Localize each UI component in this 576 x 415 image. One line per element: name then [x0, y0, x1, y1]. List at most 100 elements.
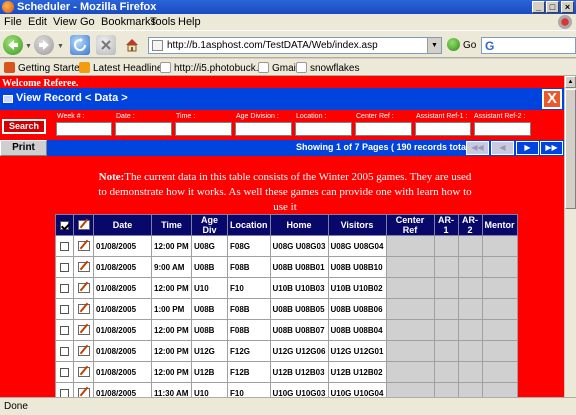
cell-mentor[interactable] — [481, 361, 518, 383]
cell-ar2[interactable] — [457, 235, 483, 257]
menu-bookmarks[interactable]: Bookmarks — [101, 16, 156, 28]
col-time[interactable]: Time — [151, 214, 192, 236]
cell-center-ref[interactable] — [385, 319, 435, 341]
next-page-button[interactable]: ▶ — [516, 141, 539, 155]
maximize-button[interactable]: □ — [546, 1, 559, 13]
back-button[interactable] — [3, 35, 23, 55]
bookmark-latest-headlines[interactable]: Latest Headlines — [79, 62, 168, 74]
filter-center-ref-input[interactable] — [355, 122, 412, 136]
row-checkbox[interactable] — [60, 241, 69, 251]
previous-page-button[interactable]: ◀ — [491, 141, 514, 155]
menu-tools[interactable]: Tools — [150, 16, 176, 28]
row-edit-cell[interactable] — [73, 277, 94, 299]
row-edit-cell[interactable] — [73, 298, 94, 320]
cell-ar1[interactable] — [433, 298, 459, 320]
cell-ar1[interactable] — [433, 382, 459, 397]
menu-edit[interactable]: Edit — [28, 16, 47, 28]
search-button[interactable]: Search — [2, 119, 46, 134]
cell-mentor[interactable] — [481, 382, 518, 397]
cell-ar1[interactable] — [433, 340, 459, 362]
edit-icon[interactable] — [77, 241, 90, 251]
cell-mentor[interactable] — [481, 277, 518, 299]
bookmark-gmail[interactable]: Gmail — [258, 62, 298, 74]
row-checkbox-cell[interactable] — [55, 235, 74, 257]
row-checkbox-cell[interactable] — [55, 277, 74, 299]
row-checkbox[interactable] — [60, 325, 69, 335]
col-date[interactable]: Date — [93, 214, 152, 236]
col-location[interactable]: Location — [227, 214, 271, 236]
forward-dropdown-icon[interactable]: ▼ — [57, 43, 64, 50]
row-edit-cell[interactable] — [73, 319, 94, 341]
cell-center-ref[interactable] — [385, 361, 435, 383]
cell-ar1[interactable] — [433, 319, 459, 341]
row-checkbox-cell[interactable] — [55, 256, 74, 278]
reload-button[interactable] — [70, 35, 90, 55]
cell-mentor[interactable] — [481, 256, 518, 278]
print-button[interactable]: Print — [0, 140, 47, 156]
cell-center-ref[interactable] — [385, 298, 435, 320]
cell-ar1[interactable] — [433, 361, 459, 383]
bookmark-getting-started[interactable]: Getting Started — [4, 62, 85, 74]
cell-mentor[interactable] — [481, 319, 518, 341]
cell-ar1[interactable] — [433, 235, 459, 257]
row-edit-cell[interactable] — [73, 361, 94, 383]
row-checkbox-cell[interactable] — [55, 319, 74, 341]
edit-icon[interactable] — [77, 304, 90, 314]
row-edit-cell[interactable] — [73, 340, 94, 362]
cell-center-ref[interactable] — [385, 277, 435, 299]
cell-mentor[interactable] — [481, 235, 518, 257]
cell-ar2[interactable] — [457, 319, 483, 341]
cell-ar2[interactable] — [457, 361, 483, 383]
row-checkbox[interactable] — [60, 304, 69, 314]
col-home[interactable]: Home — [269, 214, 329, 236]
bookmark-snowflakes[interactable]: snowflakes — [296, 62, 359, 74]
cell-ar1[interactable] — [433, 256, 459, 278]
edit-icon[interactable] — [77, 262, 90, 272]
cell-ar2[interactable] — [457, 340, 483, 362]
cell-ar2[interactable] — [457, 256, 483, 278]
row-checkbox[interactable] — [60, 388, 69, 397]
row-checkbox[interactable] — [60, 283, 69, 293]
cell-mentor[interactable] — [481, 298, 518, 320]
back-dropdown-icon[interactable]: ▼ — [25, 43, 32, 50]
edit-icon[interactable] — [77, 346, 90, 356]
cell-ar2[interactable] — [457, 298, 483, 320]
row-checkbox-cell[interactable] — [55, 361, 74, 383]
edit-icon[interactable] — [77, 367, 90, 377]
scroll-thumb[interactable] — [565, 89, 576, 209]
cell-center-ref[interactable] — [385, 256, 435, 278]
filter-assistant-ref-2-input[interactable] — [474, 122, 531, 136]
go-icon[interactable] — [447, 38, 460, 51]
row-checkbox[interactable] — [60, 262, 69, 272]
edit-icon[interactable] — [77, 388, 90, 397]
url-text[interactable]: http://b.1asphost.com/TestDATA/Web/index… — [167, 40, 378, 51]
filter-time-input[interactable] — [175, 122, 232, 136]
cell-ar2[interactable] — [457, 277, 483, 299]
col-center-ref[interactable]: Center Ref — [385, 214, 435, 236]
filter-assistant-ref-1-input[interactable] — [415, 122, 471, 136]
search-engine-input[interactable]: G — [481, 37, 576, 54]
menu-view[interactable]: View — [53, 16, 77, 28]
go-button-label[interactable]: Go — [463, 40, 476, 51]
filter-week-input[interactable] — [56, 122, 112, 136]
filter-age-division-input[interactable] — [235, 122, 292, 136]
url-dropdown-icon[interactable]: ▼ — [427, 38, 441, 53]
row-checkbox-cell[interactable] — [55, 340, 74, 362]
col-mentor[interactable]: Mentor — [481, 214, 518, 236]
col-age-div[interactable]: Age Div — [191, 214, 228, 236]
cell-mentor[interactable] — [481, 340, 518, 362]
cell-center-ref[interactable] — [385, 382, 435, 397]
vertical-scrollbar[interactable]: ▲ — [564, 76, 576, 397]
scroll-up-icon[interactable]: ▲ — [565, 76, 576, 88]
row-checkbox-cell[interactable] — [55, 298, 74, 320]
stop-button[interactable] — [96, 35, 116, 55]
home-button[interactable] — [122, 35, 142, 55]
filter-location-input[interactable] — [295, 122, 352, 136]
cell-ar2[interactable] — [457, 382, 483, 397]
bookmark-photobucket[interactable]: http://i5.photobuck... — [160, 62, 264, 74]
cell-center-ref[interactable] — [385, 340, 435, 362]
select-all-checkbox[interactable] — [60, 221, 69, 231]
url-bar[interactable]: http://b.1asphost.com/TestDATA/Web/index… — [148, 37, 442, 54]
close-view-button[interactable]: X — [542, 89, 562, 109]
col-ar2[interactable]: AR-2 — [457, 214, 483, 236]
